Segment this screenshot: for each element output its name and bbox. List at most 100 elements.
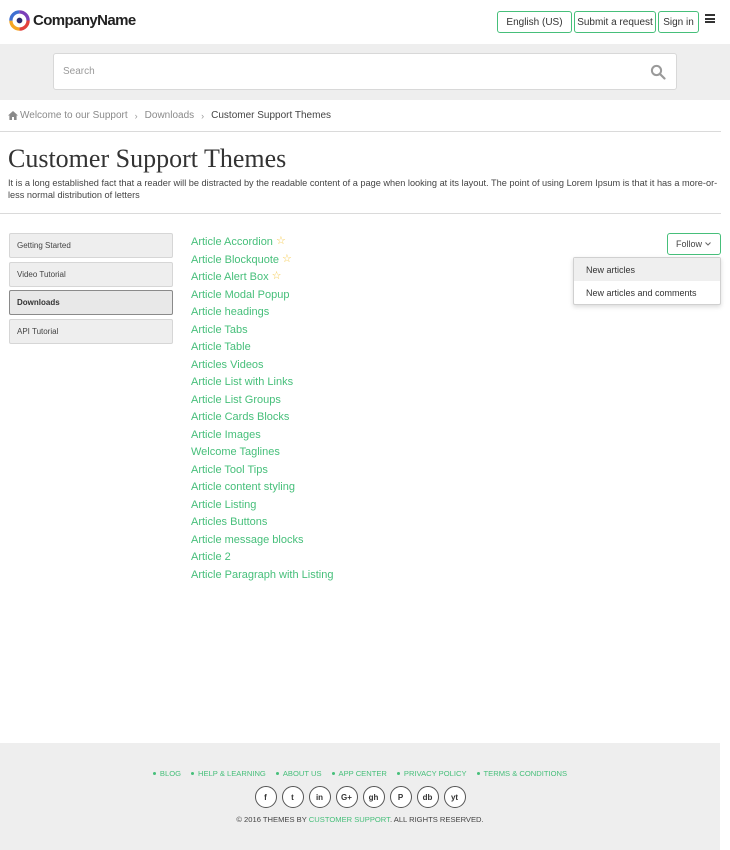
footer-link-label: TERMS & CONDITIONS bbox=[483, 769, 568, 778]
footer-link-label: BLOG bbox=[159, 769, 182, 778]
search-input[interactable] bbox=[54, 54, 634, 89]
article-link[interactable]: Article Tabs bbox=[191, 323, 333, 341]
page-title: Customer Support Themes bbox=[8, 144, 287, 173]
article-title[interactable]: Article List with Links bbox=[191, 375, 293, 389]
sidebar-item-getting-started[interactable]: Getting Started bbox=[9, 233, 173, 258]
submit-request-button[interactable]: Submit a request bbox=[574, 11, 656, 33]
footer-link-label: PRIVACY POLICY bbox=[403, 769, 467, 778]
home-icon bbox=[8, 111, 18, 120]
article-title[interactable]: Article Images bbox=[191, 428, 261, 442]
hamburger-menu-icon[interactable] bbox=[705, 14, 715, 23]
breadcrumb-downloads[interactable]: Downloads bbox=[145, 110, 194, 121]
search-icon[interactable] bbox=[650, 64, 666, 80]
divider bbox=[0, 213, 721, 214]
copyright-brand-link[interactable]: CUSTOMER SUPPORT bbox=[309, 815, 390, 824]
chevron-down-icon bbox=[705, 242, 711, 246]
github-icon[interactable]: gh bbox=[362, 786, 385, 808]
footer-link[interactable]: TERMS & CONDITIONS bbox=[476, 769, 568, 778]
article-title[interactable]: Article List Groups bbox=[191, 393, 281, 407]
article-title[interactable]: Articles Buttons bbox=[191, 515, 267, 529]
article-link[interactable]: Article headings bbox=[191, 305, 333, 323]
footer-link[interactable]: APP CENTER bbox=[331, 769, 387, 778]
sidebar-item-video-tutorial[interactable]: Video Tutorial bbox=[9, 262, 173, 287]
article-link[interactable]: Article Cards Blocks bbox=[191, 410, 333, 428]
twitter-icon[interactable]: t bbox=[281, 786, 304, 808]
article-link[interactable]: Articles Videos bbox=[191, 358, 333, 376]
dropbox-icon[interactable]: db bbox=[416, 786, 439, 808]
article-title[interactable]: Article Cards Blocks bbox=[191, 410, 289, 424]
page-description: It is a long established fact that a rea… bbox=[8, 178, 718, 200]
article-link[interactable]: Article List Groups bbox=[191, 393, 333, 411]
logo-icon bbox=[9, 10, 30, 31]
breadcrumb: Welcome to our Support › Downloads › Cus… bbox=[8, 110, 331, 121]
footer-link[interactable]: HELP & LEARNING bbox=[191, 769, 266, 778]
article-link[interactable]: Article Listing bbox=[191, 498, 333, 516]
copyright-suffix: . ALL RIGHTS RESERVED. bbox=[389, 815, 484, 824]
article-link[interactable]: Article Table bbox=[191, 340, 333, 358]
search-band bbox=[0, 44, 730, 100]
youtube-icon[interactable]: yt bbox=[443, 786, 466, 808]
article-link[interactable]: Article message blocks bbox=[191, 533, 333, 551]
follow-dropdown: New articles New articles and comments bbox=[573, 257, 721, 305]
article-link[interactable]: Article Paragraph with Listing bbox=[191, 568, 333, 586]
article-title[interactable]: Article Table bbox=[191, 340, 251, 354]
sign-in-button[interactable]: Sign in bbox=[658, 11, 699, 33]
article-link[interactable]: Article Images bbox=[191, 428, 333, 446]
follow-option-articles-comments[interactable]: New articles and comments bbox=[574, 281, 720, 304]
bullet-icon bbox=[476, 772, 480, 775]
sidebar-item-api-tutorial[interactable]: API Tutorial bbox=[9, 319, 173, 344]
article-list: Article Accordion ☆ Article Blockquote ☆ Art… bbox=[191, 235, 333, 585]
follow-label: Follow bbox=[676, 239, 703, 249]
company-logo[interactable]: CompanyName bbox=[9, 10, 136, 31]
breadcrumb-current[interactable]: Customer Support Themes bbox=[211, 110, 331, 121]
article-title[interactable]: Article Tool Tips bbox=[191, 463, 268, 477]
bullet-icon bbox=[152, 772, 156, 775]
article-title[interactable]: Welcome Taglines bbox=[191, 445, 280, 459]
linkedin-icon[interactable]: in bbox=[308, 786, 331, 808]
article-link[interactable]: Article Blockquote ☆ bbox=[191, 253, 333, 271]
article-title[interactable]: Article headings bbox=[191, 305, 269, 319]
copyright-prefix: © 2016 THEMES BY bbox=[236, 815, 307, 824]
sidebar-item-downloads[interactable]: Downloads bbox=[9, 290, 173, 315]
article-title[interactable]: Article Listing bbox=[191, 498, 256, 512]
chevron-right-icon: › bbox=[201, 110, 205, 121]
breadcrumb-home[interactable]: Welcome to our Support bbox=[20, 110, 128, 121]
pinterest-icon[interactable]: P bbox=[389, 786, 412, 808]
article-title[interactable]: Article Tabs bbox=[191, 323, 248, 337]
star-icon: ☆ bbox=[275, 235, 286, 247]
facebook-icon[interactable]: f bbox=[254, 786, 277, 808]
article-title[interactable]: Article message blocks bbox=[191, 533, 304, 547]
footer-links: BLOG HELP & LEARNING ABOUT US APP CENTER PRI… bbox=[0, 769, 720, 778]
article-link[interactable]: Article Alert Box ☆ bbox=[191, 270, 333, 288]
article-title[interactable]: Article 2 bbox=[191, 550, 231, 564]
footer-link[interactable]: BLOG bbox=[152, 769, 182, 778]
google-plus-icon[interactable]: G+ bbox=[335, 786, 358, 808]
article-link[interactable]: Article Modal Popup bbox=[191, 288, 333, 306]
article-link[interactable]: Article Tool Tips bbox=[191, 463, 333, 481]
follow-option-new-articles[interactable]: New articles bbox=[574, 258, 720, 281]
divider bbox=[0, 131, 721, 132]
article-link[interactable]: Articles Buttons bbox=[191, 515, 333, 533]
article-title[interactable]: Article content styling bbox=[191, 480, 295, 494]
article-link[interactable]: Welcome Taglines bbox=[191, 445, 333, 463]
social-links: f t in G+ gh Pdb yt bbox=[0, 786, 720, 808]
article-link[interactable]: Article 2 bbox=[191, 550, 333, 568]
bullet-icon bbox=[331, 772, 335, 775]
article-title[interactable]: Article Modal Popup bbox=[191, 288, 289, 302]
article-link[interactable]: Article List with Links bbox=[191, 375, 333, 393]
footer-link[interactable]: PRIVACY POLICY bbox=[396, 769, 467, 778]
follow-button[interactable]: Follow bbox=[667, 233, 721, 255]
article-title[interactable]: Article Alert Box bbox=[191, 270, 269, 284]
article-link[interactable]: Article content styling bbox=[191, 480, 333, 498]
language-selector[interactable]: English (US) bbox=[497, 11, 572, 33]
star-icon: ☆ bbox=[271, 270, 282, 282]
article-link[interactable]: Article Accordion ☆ bbox=[191, 235, 333, 253]
search-box bbox=[53, 53, 677, 90]
copyright: © 2016 THEMES BY CUSTOMER SUPPORT. ALL R… bbox=[0, 815, 720, 824]
article-title[interactable]: Article Blockquote bbox=[191, 253, 279, 267]
article-title[interactable]: Article Accordion bbox=[191, 235, 273, 249]
article-title[interactable]: Article Paragraph with Listing bbox=[191, 568, 333, 582]
bullet-icon bbox=[275, 772, 279, 775]
footer-link[interactable]: ABOUT US bbox=[275, 769, 322, 778]
article-title[interactable]: Articles Videos bbox=[191, 358, 264, 372]
